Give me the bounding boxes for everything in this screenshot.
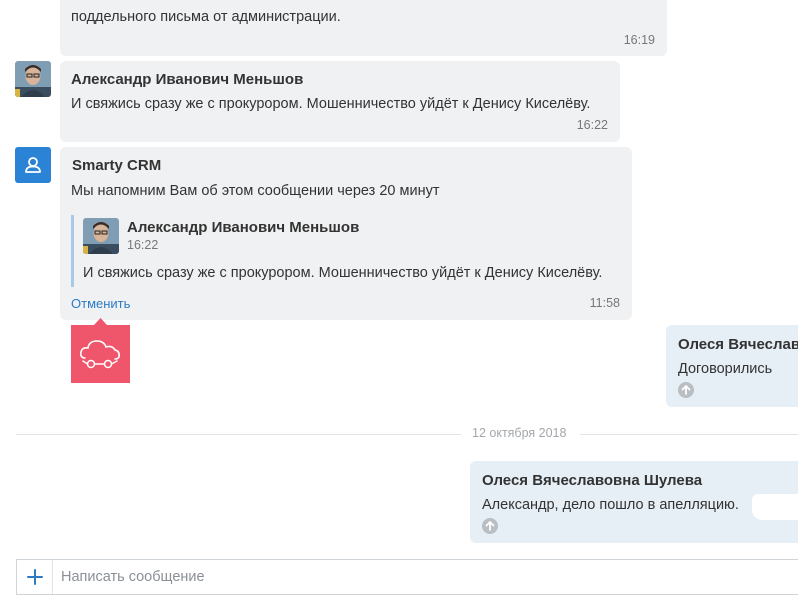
avatar bbox=[83, 218, 119, 254]
message-time: 16:22 bbox=[576, 118, 608, 132]
message-author[interactable]: Александр Иванович Меньшов bbox=[71, 71, 303, 88]
message-author[interactable]: Олеся Вячеславовна Шулева bbox=[482, 472, 702, 489]
attach-button[interactable] bbox=[17, 560, 53, 594]
cloud-car-sticker-icon bbox=[71, 318, 130, 383]
message-bubble: Олеся Вячеслав Договорились bbox=[666, 325, 798, 407]
message-input[interactable] bbox=[61, 560, 781, 594]
message-author[interactable]: Smarty CRM bbox=[72, 157, 161, 174]
message-composer bbox=[16, 559, 798, 595]
user-photo-icon bbox=[83, 218, 119, 254]
quote-text: И свяжись сразу же с прокурором. Мошенни… bbox=[83, 265, 603, 281]
message-bubble: Александр Иванович Меньшов И свяжись сра… bbox=[60, 61, 620, 142]
message-text: Мы напомним Вам об этом сообщении через … bbox=[71, 183, 440, 199]
message-time: 11:58 bbox=[589, 296, 620, 310]
avatar[interactable] bbox=[15, 61, 51, 97]
user-icon bbox=[25, 157, 41, 173]
sticker[interactable] bbox=[71, 318, 130, 383]
message-author[interactable]: Олеся Вячеслав bbox=[678, 336, 798, 353]
cancel-reminder-link[interactable]: Отменить bbox=[71, 296, 130, 311]
quoted-message[interactable]: Александр Иванович Меньшов 16:22 И свяжи… bbox=[71, 215, 624, 287]
user-photo-icon bbox=[15, 61, 51, 97]
date-divider-line bbox=[16, 434, 461, 435]
quote-author: Александр Иванович Меньшов bbox=[127, 219, 360, 236]
message-text: И свяжись сразу же с прокурором. Мошенни… bbox=[71, 96, 591, 112]
arrow-up-icon bbox=[482, 518, 498, 534]
quote-time: 16:22 bbox=[127, 238, 159, 252]
message-bubble: Олеся Вячеславовна Шулева Александр, дел… bbox=[470, 461, 798, 543]
bubble-glare bbox=[752, 494, 798, 520]
arrow-up-icon bbox=[678, 382, 694, 398]
avatar[interactable] bbox=[15, 147, 51, 183]
date-divider: 12 октября 2018 bbox=[472, 426, 567, 440]
message-time: 16:19 bbox=[623, 33, 655, 47]
message-bubble: Smarty CRM Мы напомним Вам об этом сообщ… bbox=[60, 147, 632, 320]
message-text: Договорились bbox=[678, 361, 773, 377]
message-bubble: поддельного письма от администрации. 16:… bbox=[60, 0, 667, 56]
message-text: Александр, дело пошло в апелляцию. bbox=[482, 497, 739, 513]
plus-icon bbox=[26, 569, 43, 585]
date-divider-line bbox=[580, 434, 798, 435]
message-text: поддельного письма от администрации. bbox=[71, 9, 341, 25]
